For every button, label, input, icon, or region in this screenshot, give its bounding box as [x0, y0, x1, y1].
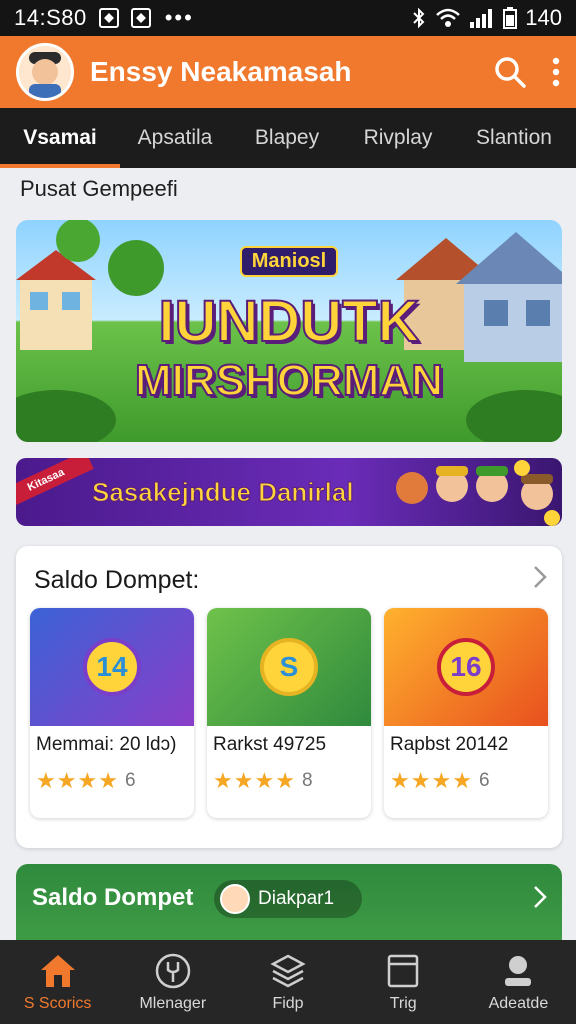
nav-label: S Scorics: [23, 995, 92, 1012]
star-icon: ★: [452, 768, 472, 793]
wallet-section-card[interactable]: Saldo Dompet Diakpar1: [16, 864, 562, 944]
promo-text: Sasakejndue Danirlal: [92, 476, 355, 507]
hero-headline: IUNDUTK: [158, 288, 421, 355]
chevron-right-icon[interactable]: [532, 884, 548, 910]
battery-level: 140: [525, 5, 562, 30]
tab-bar: Vsamai Apsatila Blapey Rivplay Slantion: [0, 108, 576, 168]
nav-item-fidp[interactable]: Fidp: [230, 940, 345, 1024]
home-icon: [38, 951, 78, 991]
user-pill-label: Diakpar1: [258, 888, 335, 909]
wifi-icon: [436, 8, 461, 27]
notification-icon: [98, 8, 119, 28]
nav-item-adeatde[interactable]: Adeatde: [461, 940, 576, 1024]
hero-banner[interactable]: Maniosl IUNDUTK MIRSHORMAN: [16, 220, 562, 442]
avatar[interactable]: [16, 43, 74, 101]
app-bar: Enssy Neakamasah: [0, 36, 576, 108]
hero-subheadline: MIRSHORMAN: [134, 355, 444, 406]
game-rating: ★ ★ ★ ★ 6: [36, 770, 136, 792]
more-notifications-icon: •••: [164, 5, 194, 30]
game-rating: ★ ★ ★ ★ 6: [390, 770, 490, 792]
wallet-section-title: Saldo Dompet: [32, 884, 194, 911]
game-name: Rapbst 20142: [390, 734, 509, 755]
star-icon: ★: [254, 768, 275, 793]
nav-label: Fidp: [272, 995, 304, 1012]
game-thumbnail: S: [207, 608, 371, 726]
nav-item-trig[interactable]: Trig: [346, 940, 461, 1024]
game-card[interactable]: 16 Rapbst 20142 ★ ★ ★ ★ 6: [384, 608, 548, 818]
wallet-card: Saldo Dompet: 14 Memmai: 20 ldɔ) ★ ★ ★ ★ 6 …: [16, 546, 562, 848]
wallet-card-title: Saldo Dompet:: [34, 566, 200, 594]
star-icon: ★: [98, 768, 118, 793]
game-thumb-number: 16: [437, 638, 495, 696]
layers-icon: [268, 951, 308, 991]
signal-icon: [470, 9, 493, 28]
user-pill[interactable]: Diakpar1: [214, 880, 362, 918]
app-title: Enssy Neakamasah: [90, 56, 352, 87]
battery-icon: [503, 7, 518, 29]
star-icon: ★: [431, 768, 452, 793]
characters-illustration: [396, 460, 560, 526]
more-options-icon[interactable]: [552, 57, 560, 87]
game-name: Memmai: 20 ldɔ): [36, 734, 177, 755]
tab-rivplay[interactable]: Rivplay: [344, 108, 452, 168]
tab-apsatila[interactable]: Apsatila: [120, 108, 230, 168]
bottom-nav: S Scorics Mlenager Fidp Trig Adeatde: [0, 940, 576, 1024]
rating-count: 8: [301, 770, 313, 791]
star-icon: ★: [213, 768, 233, 793]
bluetooth-icon: [413, 7, 425, 29]
tab-blapey[interactable]: Blapey: [230, 108, 344, 168]
rating-count: 6: [124, 770, 136, 791]
rating-count: 6: [478, 770, 490, 791]
person-icon: [498, 951, 538, 991]
game-rating: ★ ★ ★ ★ 8: [213, 770, 313, 792]
star-icon: ★: [56, 768, 77, 793]
wrench-icon: [153, 951, 193, 991]
star-icon: ★: [77, 768, 98, 793]
game-name: Rarkst 49725: [213, 734, 327, 755]
game-card[interactable]: S Rarkst 49725 ★ ★ ★ ★ 8: [207, 608, 371, 818]
nav-item-manager[interactable]: Mlenager: [115, 940, 230, 1024]
tab-vsamai[interactable]: Vsamai: [0, 108, 120, 168]
notification-icon: [130, 8, 151, 28]
hero-badge: Maniosl: [239, 246, 339, 277]
game-thumb-number: 14: [83, 638, 141, 696]
game-card[interactable]: 14 Memmai: 20 ldɔ) ★ ★ ★ ★ 6: [30, 608, 194, 818]
star-icon: ★: [36, 768, 56, 793]
section-title: Pusat Gempeefi: [20, 176, 178, 201]
status-time: 14:S80: [14, 5, 87, 30]
star-icon: ★: [390, 768, 410, 793]
star-icon: ★: [275, 768, 295, 793]
nav-item-scorics[interactable]: S Scorics: [0, 940, 115, 1024]
game-thumbnail: 16: [384, 608, 548, 726]
nav-label: Adeatde: [488, 995, 549, 1012]
game-thumbnail: 14: [30, 608, 194, 726]
star-icon: ★: [233, 768, 254, 793]
box-icon: [383, 951, 423, 991]
avatar: [220, 884, 250, 914]
search-icon[interactable]: [494, 56, 526, 88]
promo-ribbon: Kitasaa: [16, 458, 94, 510]
chevron-right-icon[interactable]: [532, 564, 548, 590]
nav-label: Mlenager: [139, 995, 207, 1012]
game-thumb-number: S: [260, 638, 318, 696]
promo-banner[interactable]: Kitasaa Sasakejndue Danirlal: [16, 458, 562, 526]
status-bar: 14:S80 ••• 140: [0, 0, 576, 36]
nav-label: Trig: [389, 995, 417, 1012]
tab-slantion[interactable]: Slantion: [452, 108, 576, 168]
star-icon: ★: [410, 768, 431, 793]
